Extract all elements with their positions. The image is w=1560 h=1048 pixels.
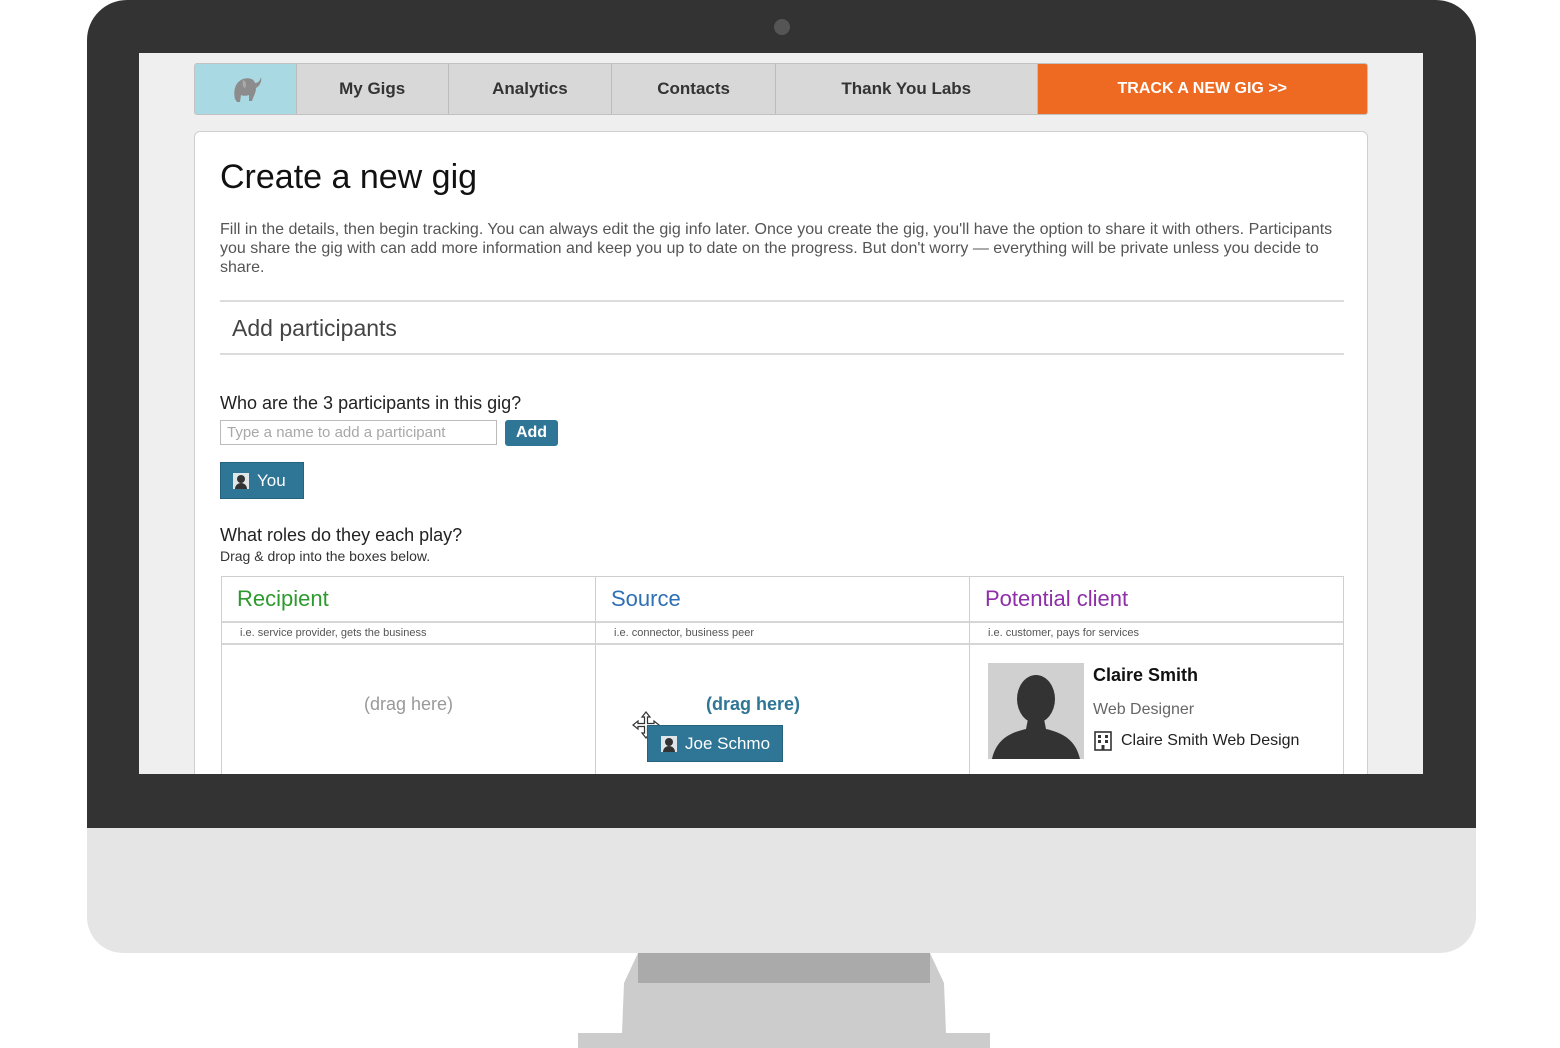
logo[interactable] [195,64,297,114]
role-subtitle-recipient: i.e. service provider, gets the business [222,623,595,645]
divider [220,353,1344,355]
tab-contacts[interactable]: Contacts [612,64,776,114]
participant-chip-joe-schmo[interactable]: Joe Schmo [647,725,783,762]
participants-question: Who are the 3 participants in this gig? [220,393,522,413]
role-title-source: Source [596,577,969,623]
roles-hint: Drag & drop into the boxes below. [220,548,431,564]
elephant-icon [234,77,262,102]
role-title-recipient: Recipient [222,577,595,623]
role-column-source: Source i.e. connector, business peer (dr… [596,577,970,774]
client-job-title: Web Designer [1093,701,1195,718]
track-new-gig-button[interactable]: TRACK A NEW GIG >> [1037,64,1367,114]
tab-analytics[interactable]: Analytics [448,64,613,114]
roles-table: Recipient i.e. service provider, gets th… [221,576,1344,774]
roles-question: What roles do they each play? [220,525,463,545]
drop-zone-source[interactable]: (drag here) [706,694,800,715]
section-title: Add participants [232,315,397,341]
person-silhouette-icon [988,663,1084,759]
participant-chip-label: Joe Schmo [685,733,771,753]
building-icon [1094,731,1112,751]
participant-chip-you[interactable]: You [220,462,304,499]
monitor-chin [87,828,1476,953]
add-participant-button[interactable]: Add [505,420,558,446]
role-subtitle-potential-client: i.e. customer, pays for services [970,623,1343,645]
drop-zone-recipient[interactable]: (drag here) [222,694,595,715]
intro-text: Fill in the details, then begin tracking… [220,221,1333,276]
person-icon [661,735,677,752]
page-title: Create a new gig [220,158,478,196]
client-company: Claire Smith Web Design [1121,732,1300,749]
tab-my-gigs[interactable]: My Gigs [296,64,449,114]
person-icon [233,472,249,489]
participant-chip-label: You [257,470,286,490]
divider [220,300,1344,302]
role-subtitle-source: i.e. connector, business peer [596,623,969,645]
screen: My Gigs Analytics Contacts Thank You Lab… [139,53,1423,774]
role-column-recipient: Recipient i.e. service provider, gets th… [222,577,596,774]
create-gig-card: Create a new gig Fill in the details, th… [194,131,1368,774]
monitor-stand-shadow [638,953,930,983]
webcam-icon [774,19,790,35]
tab-thank-you-labs[interactable]: Thank You Labs [776,64,1038,114]
role-column-potential-client: Potential client i.e. customer, pays for… [970,577,1343,774]
avatar [988,663,1084,759]
client-name[interactable]: Claire Smith [1093,665,1198,686]
participant-name-input[interactable] [220,420,497,445]
top-nav: My Gigs Analytics Contacts Thank You Lab… [194,63,1368,115]
role-title-potential-client: Potential client [970,577,1343,623]
